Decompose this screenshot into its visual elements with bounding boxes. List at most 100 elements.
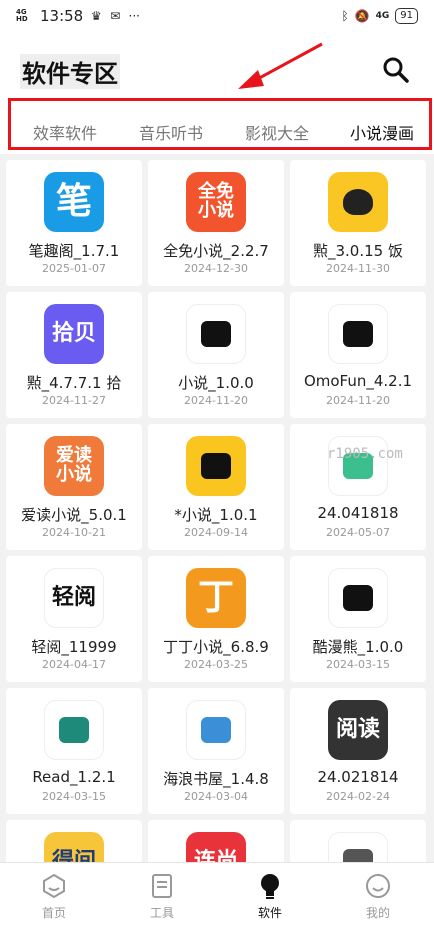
app-date: 2024-11-30: [326, 262, 390, 275]
app-icon-shape: [201, 453, 231, 479]
hailang-icon: [186, 700, 246, 760]
app-card[interactable]: 丁丁丁小说_6.8.9 2024-03-25: [148, 556, 284, 682]
app-name: 酷漫熊_1.0.0: [312, 638, 404, 656]
status-time: 13:58: [40, 7, 84, 25]
nav-mine-label: 我的: [365, 906, 390, 920]
tab-efficiency[interactable]: 效率软件: [33, 120, 97, 144]
app-name: 海浪书屋_1.4.8: [163, 770, 269, 788]
app-grid: 笔笔趣阁_1.7.1 2025-01-07 全免小说全免小说_2.2.7 2024-1…: [0, 158, 434, 862]
app-card[interactable]: 海浪书屋_1.4.8 2024-03-04: [148, 688, 284, 814]
app-icon-text: 笔: [55, 181, 92, 223]
tab-music-audiobook[interactable]: 音乐听书: [139, 120, 203, 144]
nav-home[interactable]: 首页: [0, 863, 108, 927]
app-card[interactable]: 爱读小说爱读小说_5.0.1 2024-10-21: [6, 424, 142, 550]
lianshang-icon: 连尚: [186, 832, 246, 862]
app-name: 笔趣阁_1.7.1: [28, 242, 120, 260]
app-card[interactable]: 阅读 24.021814 2024-02-24: [290, 688, 426, 814]
app-card[interactable]: [290, 820, 426, 862]
app-date: 2024-12-30: [184, 262, 248, 275]
app-name: *小说_1.0.1: [174, 506, 258, 524]
app-icon-text: 连尚: [193, 849, 238, 862]
app-date: 2024-04-17: [42, 658, 106, 671]
app-date: 2024-03-25: [184, 658, 248, 671]
tab-novel-comic[interactable]: 小说漫画: [350, 120, 414, 144]
app-date: 2024-03-04: [184, 790, 248, 803]
mail-icon: ✉: [110, 9, 121, 23]
app-card[interactable]: 24.041818 2024-05-07: [290, 424, 426, 550]
app-card[interactable]: Read_1.2.1 2024-03-15: [6, 688, 142, 814]
app-icon-text: 轻阅: [51, 585, 96, 611]
app-icon-shape: [201, 321, 231, 347]
app-name: 轻阅_11999: [31, 638, 117, 656]
kumanxiong-icon: [328, 568, 388, 628]
app-date: 2024-03-15: [42, 790, 106, 803]
app-name: Read_1.2.1: [32, 768, 116, 786]
search-icon[interactable]: [382, 56, 410, 84]
bottom-nav: 首页 工具 软件 我的: [0, 862, 434, 927]
app-icon-text: 阅读: [335, 717, 380, 743]
tools-doc-icon: [152, 874, 172, 898]
nav-tools-label: 工具: [149, 906, 174, 920]
app-card[interactable]: 小说_1.0.0 2024-11-20: [148, 292, 284, 418]
bulb-icon: [261, 874, 279, 899]
quill-icon: [328, 832, 388, 862]
bluetooth-icon: ᛒ: [341, 9, 349, 23]
black-cat-icon: [328, 304, 388, 364]
aidu-icon: 爱读小说: [44, 436, 104, 496]
app-date: 2025-01-07: [42, 262, 106, 275]
app-date: 2024-03-15: [326, 658, 390, 671]
annotation-arrow-icon: [238, 42, 323, 89]
app-icon-text: 爱读小说: [56, 445, 92, 485]
app-card[interactable]: 拾贝 㸃_4.7.7.1 拾 2024-11-27: [6, 292, 142, 418]
app-name: 爱读小说_5.0.1: [21, 506, 127, 524]
app-icon-shape: [343, 321, 373, 347]
open-book-icon: [328, 436, 388, 496]
fantuan-icon: [328, 172, 388, 232]
app-card[interactable]: 全免小说全免小说_2.2.7 2024-12-30: [148, 160, 284, 286]
app-card[interactable]: *小说_1.0.1 2024-09-14: [148, 424, 284, 550]
tab-video[interactable]: 影视大全: [245, 120, 309, 144]
shibei-icon: 拾贝: [44, 304, 104, 364]
app-icon-shape: [201, 717, 231, 743]
app-icon-text: 拾贝: [51, 321, 96, 347]
app-name: 丁丁小说_6.8.9: [163, 638, 269, 656]
nav-software-label: 软件: [257, 906, 282, 920]
home-hexagon-icon: [43, 873, 65, 899]
app-card[interactable]: 笔笔趣阁_1.7.1 2025-01-07: [6, 160, 142, 286]
app-icon-text: 得间: [51, 849, 96, 862]
app-icon-shape: [343, 585, 373, 611]
nav-software[interactable]: 软件: [216, 863, 324, 927]
status-bar: 4G HD 13:58 ♛ ✉ ··· ᛒ 🔕 4G 91: [0, 0, 434, 32]
qingyue-icon: 轻阅: [44, 568, 104, 628]
app-card[interactable]: 轻阅轻阅_11999 2024-04-17: [6, 556, 142, 682]
app-card[interactable]: 连尚: [148, 820, 284, 862]
app-icon-text: 全免小说: [198, 181, 234, 221]
app-date: 2024-11-20: [326, 394, 390, 407]
page-title: 软件专区: [20, 54, 120, 89]
app-card[interactable]: 酷漫熊_1.0.0 2024-03-15: [290, 556, 426, 682]
app-card[interactable]: 得间: [6, 820, 142, 862]
app-name: 全免小说_2.2.7: [163, 242, 269, 260]
app-card[interactable]: 㸃_3.0.15 饭 2024-11-30: [290, 160, 426, 286]
app-icon-text: 丁: [197, 577, 234, 619]
watermark: r1905.com: [327, 446, 403, 462]
dingding-icon: 丁: [186, 568, 246, 628]
crown-icon: ♛: [90, 9, 102, 23]
signal-label: 4G: [375, 11, 390, 21]
app-name: 㸃_4.7.7.1 拾: [26, 374, 122, 392]
app-name: 㸃_3.0.15 饭: [313, 242, 403, 260]
app-name: 24.041818: [317, 504, 399, 522]
yuedu-icon: 阅读: [328, 700, 388, 760]
battery-indicator: 91: [395, 8, 418, 24]
nav-tools[interactable]: 工具: [108, 863, 216, 927]
app-date: 2024-11-20: [184, 394, 248, 407]
app-date: 2024-10-21: [42, 526, 106, 539]
dejian-icon: 得间: [44, 832, 104, 862]
app-icon-shape: [343, 849, 373, 862]
nav-mine[interactable]: 我的: [324, 863, 432, 927]
nav-home-label: 首页: [41, 906, 66, 920]
page-header: 软件专区: [0, 32, 434, 94]
app-date: 2024-02-24: [326, 790, 390, 803]
app-card[interactable]: OmoFun_4.2.1 2024-11-20: [290, 292, 426, 418]
app-name: 小说_1.0.0: [178, 374, 254, 392]
